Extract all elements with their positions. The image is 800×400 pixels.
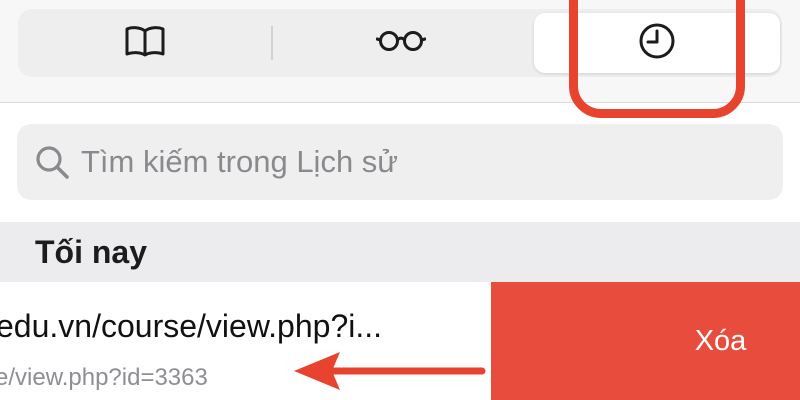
history-item-url: e/view.php?id=3363 — [0, 364, 208, 391]
history-screen: Tối nay edu.vn/course/view.php?i... e/vi… — [0, 0, 800, 400]
tab-reading-list[interactable] — [274, 13, 528, 73]
swipe-left-arrow-icon — [290, 348, 486, 394]
book-icon — [124, 24, 166, 63]
delete-button[interactable]: Xóa — [491, 282, 800, 400]
search-icon — [33, 143, 71, 181]
search-bar[interactable] — [17, 124, 783, 200]
history-item[interactable]: edu.vn/course/view.php?i... e/view.php?i… — [0, 282, 800, 400]
view-switcher-bar — [0, 0, 800, 118]
tab-history[interactable] — [534, 13, 780, 73]
delete-button-label: Xóa — [694, 324, 747, 357]
reading-glasses-icon — [375, 29, 427, 58]
section-header: Tối nay — [0, 222, 800, 282]
segmented-control — [18, 9, 782, 77]
section-title: Tối nay — [35, 234, 148, 270]
search-input[interactable] — [81, 144, 741, 180]
history-item-title: edu.vn/course/view.php?i... — [0, 308, 383, 344]
clock-icon — [637, 21, 677, 66]
tab-bookmarks[interactable] — [22, 13, 268, 73]
segment-divider — [271, 26, 273, 60]
